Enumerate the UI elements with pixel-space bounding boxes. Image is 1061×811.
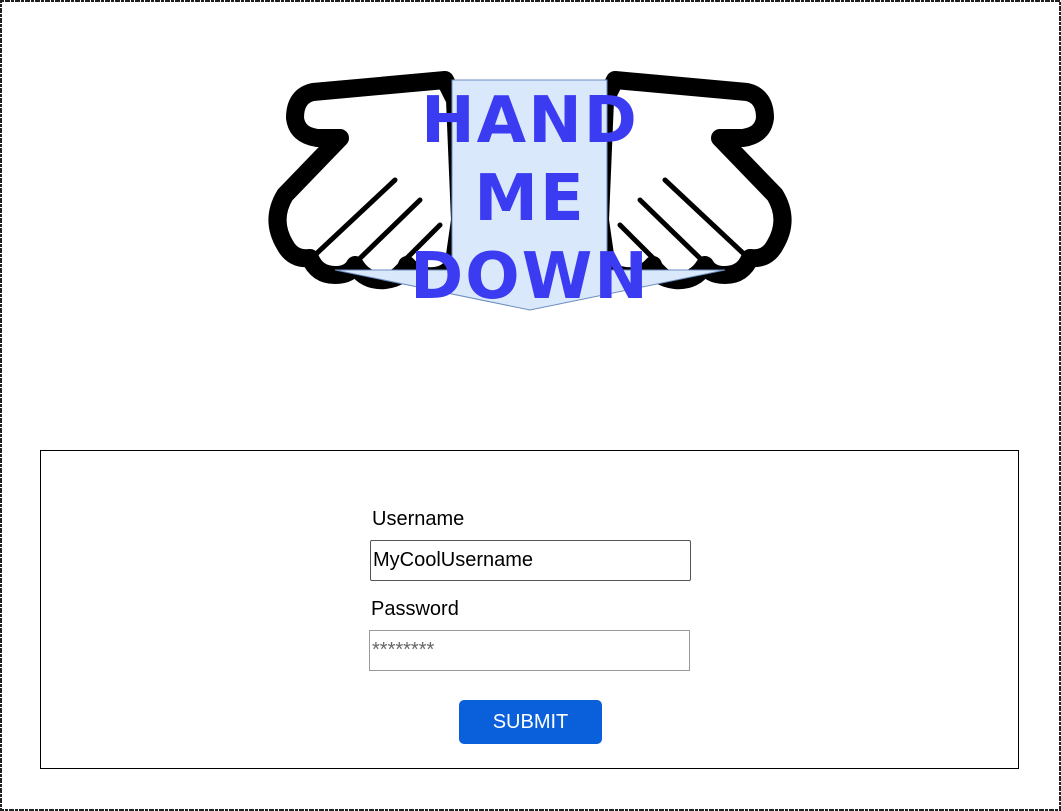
logo-text-line-2: ME	[474, 162, 586, 236]
password-input[interactable]	[369, 630, 690, 671]
logo-text-line-1: HAND	[421, 84, 639, 158]
username-input[interactable]	[370, 540, 691, 581]
login-form-panel: Username Password SUBMIT	[40, 450, 1019, 769]
submit-button[interactable]: SUBMIT	[459, 700, 602, 744]
username-label: Username	[372, 508, 465, 530]
logo-text-line-3: DOWN	[410, 240, 650, 314]
logo-text: HAND ME DOWN	[255, 82, 805, 316]
password-label: Password	[371, 598, 459, 620]
hand-me-down-logo: HAND ME DOWN	[255, 60, 805, 330]
